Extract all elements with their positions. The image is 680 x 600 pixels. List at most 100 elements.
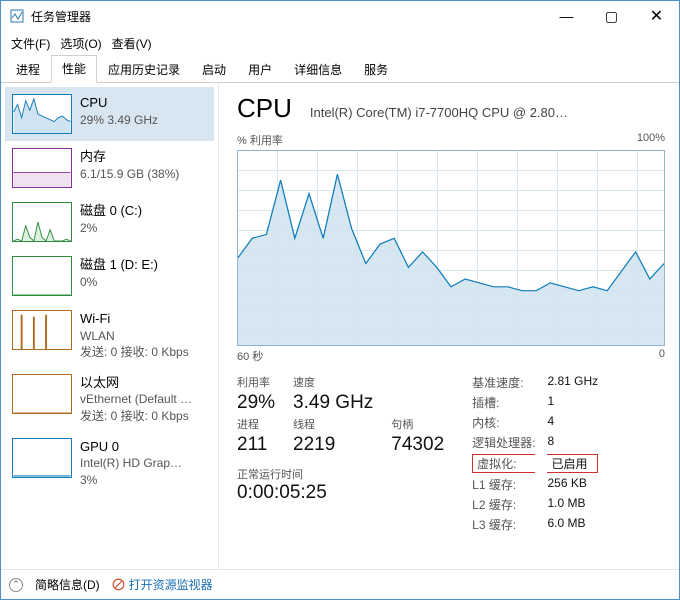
task-manager-window: 任务管理器 — ▢ ✕ 文件(F) 选项(O) 查看(V) 进程 性能 应用历史… — [0, 0, 680, 600]
open-resource-monitor-link[interactable]: 打开资源监视器 — [112, 576, 213, 593]
sidebar-item-text: 以太网 vEthernet (Default … 发送: 0 接收: 0 Kbp… — [80, 374, 207, 424]
info-table: 基准速度: 2.81 GHz 插槽: 1 内核: 4 逻辑处理器: 8 虚拟化:… — [472, 374, 598, 533]
app-icon — [9, 8, 25, 24]
body: CPU 29% 3.49 GHz 内存 6.1/15.9 GB (38%) 磁盘… — [1, 83, 679, 569]
sidebar-item-subtitle: 0% — [80, 274, 207, 290]
virtualization-label: 虚拟化: — [472, 454, 535, 473]
threads-label: 线程 — [293, 416, 373, 432]
sparkline-thumb — [12, 310, 72, 350]
sparkline-thumb — [12, 438, 72, 478]
handles-label: 句柄 — [391, 416, 444, 432]
sparkline-thumb — [12, 148, 72, 188]
sparkline-thumb — [12, 374, 72, 414]
sidebar[interactable]: CPU 29% 3.49 GHz 内存 6.1/15.9 GB (38%) 磁盘… — [1, 83, 219, 569]
resource-monitor-icon — [112, 578, 125, 591]
sidebar-item-label: 磁盘 0 (C:) — [80, 202, 207, 220]
sparkline-thumb — [12, 94, 72, 134]
main-panel: CPU Intel(R) Core(TM) i7-7700HQ CPU @ 2.… — [219, 83, 679, 569]
proc-label: 进程 — [237, 416, 275, 432]
sidebar-item--[interactable]: 以太网 vEthernet (Default … 发送: 0 接收: 0 Kbp… — [5, 367, 214, 431]
fewer-details-link[interactable]: 简略信息(D) — [35, 576, 100, 593]
sidebar-item--1-d-e-[interactable]: 磁盘 1 (D: E:) 0% — [5, 249, 214, 303]
virtualization-value: 已启用 — [547, 454, 598, 473]
sparkline-thumb — [12, 256, 72, 296]
sidebar-item-subtitle: 6.1/15.9 GB (38%) — [80, 166, 207, 182]
l3-label: L3 缓存: — [472, 516, 535, 533]
sparkline-thumb — [12, 202, 72, 242]
tab-apphistory[interactable]: 应用历史记录 — [97, 56, 191, 83]
sidebar-item-subtitle: vEthernet (Default … — [80, 391, 207, 407]
cores-label: 内核: — [472, 414, 535, 431]
sidebar-item-text: GPU 0 Intel(R) HD Grap… 3% — [80, 438, 207, 488]
sidebar-item-label: 磁盘 1 (D: E:) — [80, 256, 207, 274]
tab-details[interactable]: 详细信息 — [283, 56, 353, 83]
l1-label: L1 缓存: — [472, 476, 535, 493]
sidebar-item-wi-fi[interactable]: Wi-Fi WLAN 发送: 0 接收: 0 Kbps — [5, 303, 214, 367]
uptime-value: 0:00:05:25 — [237, 482, 444, 504]
sidebar-item-subtitle: 2% — [80, 220, 207, 236]
chart-top-left-label: % 利用率 — [237, 132, 283, 148]
tab-startup[interactable]: 启动 — [191, 56, 237, 83]
sockets-label: 插槽: — [472, 394, 535, 411]
statusbar: ⌃ 简略信息(D) 打开资源监视器 — [1, 569, 679, 599]
sidebar-item-label: 以太网 — [80, 374, 207, 392]
sidebar-item-label: CPU — [80, 94, 207, 112]
l1-value: 256 KB — [547, 476, 598, 493]
tab-performance[interactable]: 性能 — [51, 55, 97, 83]
sidebar-item-text: CPU 29% 3.49 GHz — [80, 94, 207, 134]
cpu-chart — [237, 150, 665, 346]
tab-users[interactable]: 用户 — [237, 56, 283, 83]
sidebar-item-subtitle2: 发送: 0 接收: 0 Kbps — [80, 408, 207, 424]
maximize-button[interactable]: ▢ — [589, 1, 634, 31]
sidebar-item-label: Wi-Fi — [80, 310, 207, 328]
speed-value: 3.49 GHz — [293, 392, 373, 414]
close-button[interactable]: ✕ — [634, 1, 679, 31]
lp-value: 8 — [547, 434, 598, 451]
sidebar-item-text: 内存 6.1/15.9 GB (38%) — [80, 148, 207, 188]
sidebar-item-label: 内存 — [80, 148, 207, 166]
util-label: 利用率 — [237, 374, 275, 390]
window-title: 任务管理器 — [31, 8, 544, 25]
sockets-value: 1 — [547, 394, 598, 411]
sidebar-item-subtitle2: 3% — [80, 472, 207, 488]
sidebar-item-text: 磁盘 1 (D: E:) 0% — [80, 256, 207, 296]
menu-file[interactable]: 文件(F) — [11, 35, 50, 52]
tab-services[interactable]: 服务 — [353, 56, 399, 83]
axis-left-label: 60 秒 — [237, 348, 263, 364]
titlebar[interactable]: 任务管理器 — ▢ ✕ — [1, 1, 679, 31]
menubar: 文件(F) 选项(O) 查看(V) — [1, 31, 679, 55]
sidebar-item-subtitle: WLAN — [80, 328, 207, 344]
base-speed-label: 基准速度: — [472, 374, 535, 391]
sidebar-item-subtitle: 29% 3.49 GHz — [80, 112, 207, 128]
sidebar-item--0-c-[interactable]: 磁盘 0 (C:) 2% — [5, 195, 214, 249]
sidebar-item-subtitle2: 发送: 0 接收: 0 Kbps — [80, 344, 207, 360]
axis-right-label: 0 — [659, 348, 665, 364]
sidebar-item-label: GPU 0 — [80, 438, 207, 456]
cpu-model: Intel(R) Core(TM) i7-7700HQ CPU @ 2.80… — [310, 105, 665, 120]
proc-value: 211 — [237, 434, 275, 456]
util-value: 29% — [237, 392, 275, 414]
l2-label: L2 缓存: — [472, 496, 535, 513]
sidebar-item-text: Wi-Fi WLAN 发送: 0 接收: 0 Kbps — [80, 310, 207, 360]
main-heading: CPU — [237, 93, 292, 124]
sidebar-item-gpu-0[interactable]: GPU 0 Intel(R) HD Grap… 3% — [5, 431, 214, 495]
base-speed-value: 2.81 GHz — [547, 374, 598, 391]
menu-view[interactable]: 查看(V) — [112, 35, 152, 52]
sidebar-item-subtitle: Intel(R) HD Grap… — [80, 455, 207, 471]
cores-value: 4 — [547, 414, 598, 431]
uptime-label: 正常运行时间 — [237, 466, 444, 482]
sidebar-item-cpu[interactable]: CPU 29% 3.49 GHz — [5, 87, 214, 141]
speed-label: 速度 — [293, 374, 373, 390]
sidebar-item-text: 磁盘 0 (C:) 2% — [80, 202, 207, 242]
sidebar-item--[interactable]: 内存 6.1/15.9 GB (38%) — [5, 141, 214, 195]
handles-value: 74302 — [391, 434, 444, 456]
tab-processes[interactable]: 进程 — [5, 56, 51, 83]
collapse-icon[interactable]: ⌃ — [9, 578, 23, 592]
menu-options[interactable]: 选项(O) — [60, 35, 101, 52]
minimize-button[interactable]: — — [544, 1, 589, 31]
tabs: 进程 性能 应用历史记录 启动 用户 详细信息 服务 — [1, 55, 679, 83]
threads-value: 2219 — [293, 434, 373, 456]
l2-value: 1.0 MB — [547, 496, 598, 513]
lp-label: 逻辑处理器: — [472, 434, 535, 451]
l3-value: 6.0 MB — [547, 516, 598, 533]
